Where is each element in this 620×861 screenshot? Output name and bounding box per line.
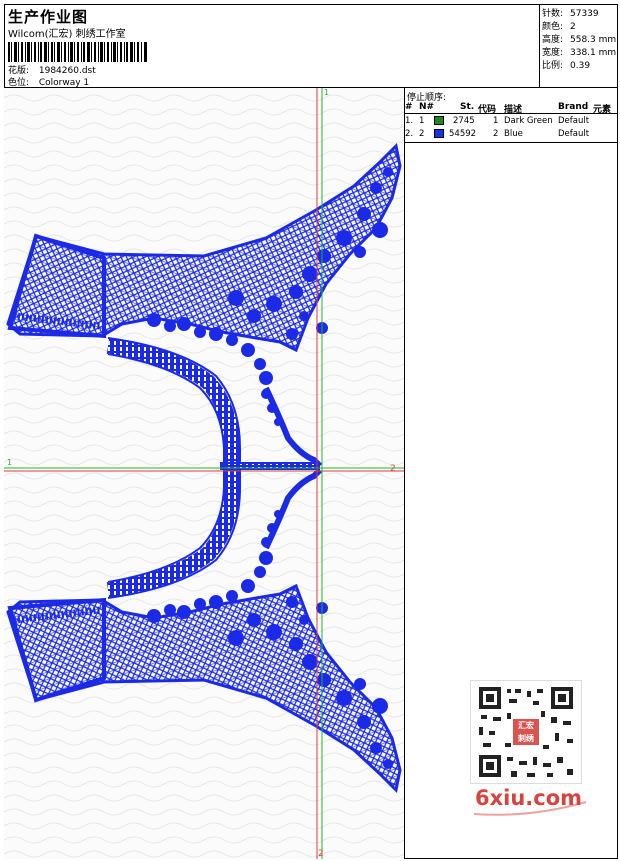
axis-label-h-left: 1 — [7, 458, 12, 467]
colorway-row: 色位: Colorway 1 — [8, 75, 89, 88]
studio-name: Wilcom(汇宏) 刺绣工作室 — [8, 29, 126, 40]
table-row[interactable]: 2. 2 54592 2 Blue Default — [405, 128, 618, 141]
spec-value: 0.39 — [570, 61, 591, 71]
spec-label: 比例: — [542, 61, 564, 71]
qr-stamp: 汇宏 刺绣 — [513, 719, 539, 745]
barcode-icon — [8, 42, 147, 62]
color-code: 1 — [493, 116, 499, 126]
header-info: 生产作业图 Wilcom(汇宏) 刺绣工作室 花版: 1984260.dst 色… — [4, 4, 540, 88]
spec-stitches: 针数: 57339 — [542, 6, 599, 19]
table-row[interactable]: 1. 1 2745 1 Dark Green Default — [405, 115, 618, 128]
stop-sequence-panel: 停止顺序: # N# St. 代码 描述 Brand 元素 1. 1 2745 … — [405, 88, 618, 143]
spec-value: 558.3 mm — [570, 35, 617, 45]
spec-value: 57339 — [570, 9, 599, 19]
watermark-site: 6xiu.com — [475, 786, 583, 810]
design-canvas[interactable]: 1 2 1 2 — [4, 88, 405, 859]
embroidery-preview: 1 2 1 2 — [4, 88, 404, 859]
spec-label: 宽度: — [542, 48, 564, 58]
axis-label-v-bottom: 2 — [318, 849, 324, 859]
spec-label: 颜色: — [542, 22, 564, 32]
spec-label: 高度: — [542, 35, 564, 45]
needle-number: 2 — [419, 129, 425, 139]
col-header: 描述 — [504, 105, 523, 115]
spec-panel: 针数: 57339 颜色: 2 高度: 558.3 mm 宽度: 338.1 mm 比例… — [540, 4, 618, 88]
color-swatch-blue — [434, 129, 444, 138]
spec-colors: 颜色: 2 — [542, 19, 576, 32]
spec-width: 宽度: 338.1 mm — [542, 45, 616, 58]
spec-height: 高度: 558.3 mm — [542, 32, 616, 45]
color-swatch-green — [434, 116, 444, 125]
spec-value: 2 — [570, 22, 576, 32]
qr-code-icon: 汇宏 刺绣 — [470, 680, 582, 784]
axis-label-h-right: 2 — [390, 464, 396, 474]
needle-number: 1 — [419, 116, 425, 126]
col-header: Brand — [558, 102, 589, 112]
color-code: 2 — [493, 129, 499, 139]
axis-label-v-top: 1 — [324, 88, 329, 97]
col-header: 代码 — [478, 105, 497, 115]
color-description: Dark Green — [504, 116, 553, 126]
col-header: # — [405, 102, 413, 112]
table-header: # N# St. 代码 描述 Brand 元素 — [405, 101, 618, 115]
col-header: 元素 — [593, 105, 612, 115]
thread-brand: Default — [558, 116, 590, 126]
colorway-value: Colorway 1 — [38, 78, 90, 88]
thread-brand: Default — [558, 129, 590, 139]
color-description: Blue — [504, 129, 523, 139]
row-number: 2. — [405, 129, 414, 139]
spec-value: 338.1 mm — [570, 48, 617, 58]
stitch-count: 2745 — [453, 116, 475, 126]
spec-scale: 比例: 0.39 — [542, 58, 590, 71]
col-header: N# — [419, 102, 435, 112]
col-header: St. — [460, 102, 475, 112]
row-number: 1. — [405, 116, 414, 126]
stitch-count: 54592 — [449, 129, 477, 139]
colorway-label: 色位: — [8, 78, 30, 88]
page-title: 生产作业图 — [8, 8, 89, 26]
spec-label: 针数: — [542, 9, 564, 19]
